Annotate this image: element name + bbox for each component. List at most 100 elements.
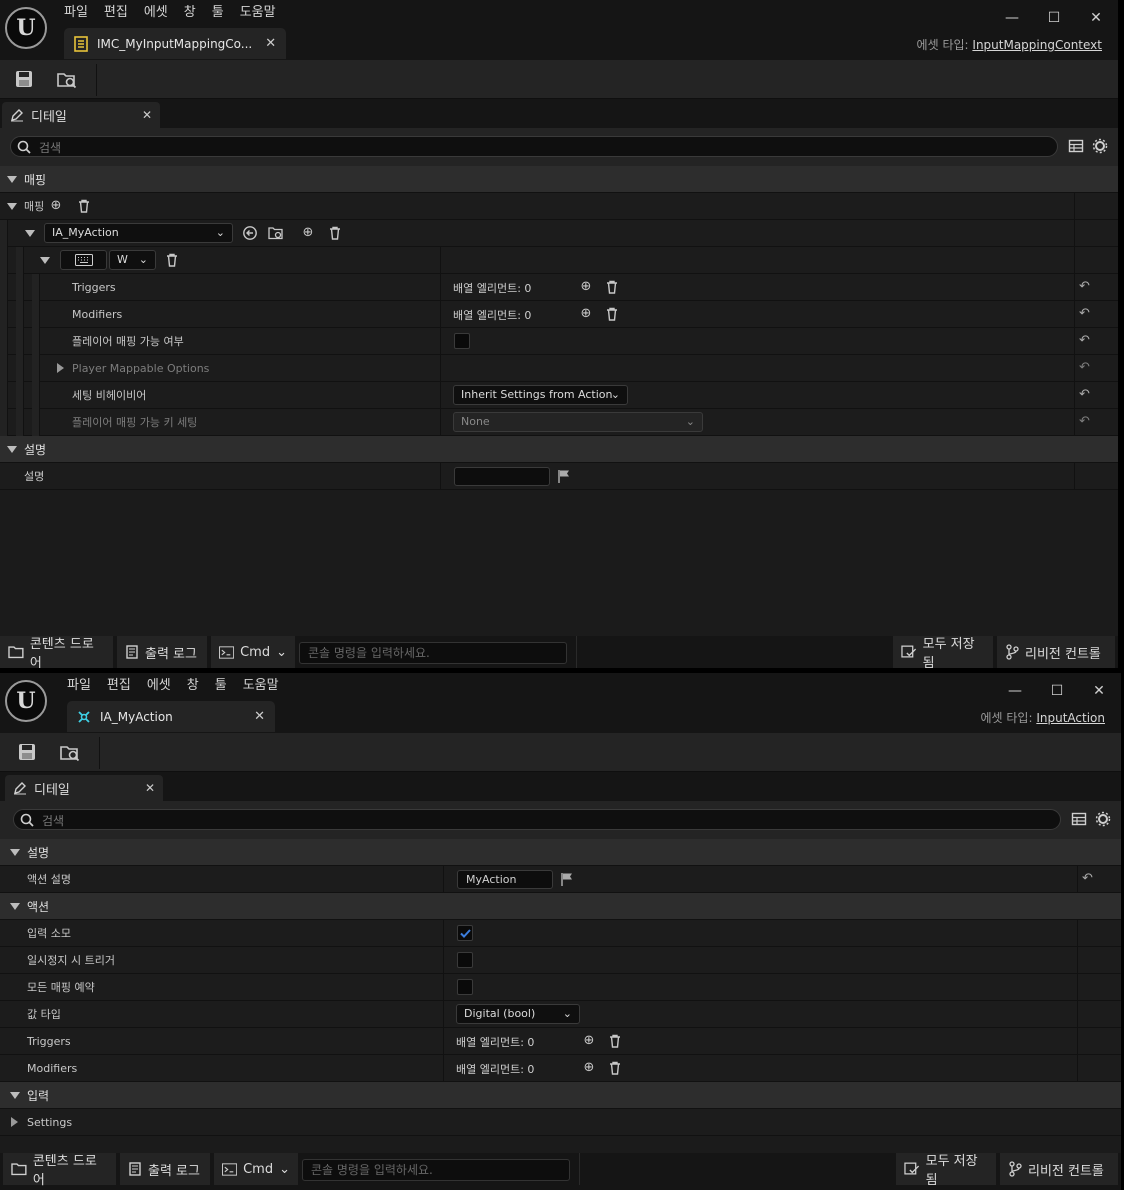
use-selected-asset-icon[interactable]	[242, 225, 258, 241]
details-search-input[interactable]: 검색	[13, 809, 1061, 830]
reserve-all-mappings-checkbox[interactable]	[457, 979, 473, 995]
close-icon[interactable]: ✕	[1086, 10, 1106, 26]
settings-gear-icon[interactable]	[1092, 138, 1108, 154]
reset-to-default-icon[interactable]: ↶	[1079, 306, 1090, 321]
save-icon[interactable]	[13, 69, 35, 89]
description-input[interactable]	[454, 467, 550, 486]
delete-all-icon[interactable]	[607, 1060, 623, 1076]
reset-to-default-icon[interactable]: ↶	[1082, 871, 1093, 886]
delete-all-icon[interactable]	[607, 1033, 623, 1049]
expand-arrow-icon[interactable]	[57, 363, 64, 373]
category-input[interactable]: 입력	[0, 1082, 1121, 1109]
details-search-input[interactable]: 검색	[10, 136, 1058, 157]
add-element-icon[interactable]: ⊕	[300, 225, 316, 241]
reset-to-default-icon[interactable]: ↶	[1079, 333, 1090, 348]
menu-help[interactable]: 도움말	[232, 4, 284, 22]
setting-behavior-dropdown[interactable]: Inherit Settings from Action ⌄	[453, 385, 628, 405]
delete-all-icon[interactable]	[604, 279, 620, 295]
property-matrix-icon[interactable]	[1071, 811, 1087, 827]
category-action[interactable]: 액션	[0, 893, 1121, 920]
minimize-icon[interactable]: —	[1002, 10, 1022, 26]
menu-file[interactable]: 파일	[59, 677, 99, 695]
revision-control-button[interactable]: 리비전 컨트롤	[997, 636, 1115, 668]
settings-gear-icon[interactable]	[1095, 811, 1111, 827]
delete-all-icon[interactable]	[76, 198, 92, 214]
output-log-button[interactable]: 출력 로그	[120, 1153, 210, 1185]
menu-edit[interactable]: 편집	[96, 4, 136, 22]
details-tab-close-icon[interactable]: ✕	[145, 781, 155, 795]
menu-window[interactable]: 창	[176, 4, 204, 22]
add-element-icon[interactable]: ⊕	[581, 1033, 597, 1049]
details-tab[interactable]: 디테일 ✕	[2, 102, 160, 128]
trigger-when-paused-checkbox[interactable]	[457, 952, 473, 968]
cmd-selector[interactable]: Cmd ⌄	[214, 1153, 298, 1185]
browse-asset-icon[interactable]	[56, 69, 78, 89]
close-icon[interactable]: ✕	[1089, 683, 1109, 699]
cmd-selector[interactable]: Cmd ⌄	[211, 636, 295, 668]
add-element-icon[interactable]: ⊕	[581, 1060, 597, 1076]
key-selector-button[interactable]	[60, 250, 107, 270]
unreal-logo-icon[interactable]: U	[5, 680, 47, 722]
browse-asset-icon[interactable]	[268, 225, 284, 241]
consume-input-checkbox[interactable]	[457, 925, 473, 941]
details-tab-close-icon[interactable]: ✕	[142, 108, 152, 122]
collapse-arrow-icon[interactable]	[25, 230, 35, 237]
action-description-input[interactable]: MyAction	[457, 870, 553, 889]
maximize-icon[interactable]: ☐	[1044, 10, 1064, 26]
menu-asset[interactable]: 에셋	[136, 4, 176, 22]
asset-type-link[interactable]: InputAction	[1036, 711, 1105, 725]
minimize-icon[interactable]: —	[1005, 683, 1025, 699]
category-description[interactable]: 설명	[0, 436, 1118, 463]
value-type-dropdown[interactable]: Digital (bool) ⌄	[456, 1004, 580, 1024]
collapse-arrow-icon[interactable]	[10, 849, 20, 856]
save-all-button[interactable]: 모두 저장됨	[896, 1153, 996, 1188]
unreal-logo-icon[interactable]: U	[5, 7, 47, 49]
asset-tab[interactable]: IMC_MyInputMappingCo... ✕	[64, 28, 287, 59]
collapse-arrow-icon[interactable]	[7, 176, 17, 183]
category-mapping[interactable]: 매핑	[0, 166, 1118, 193]
details-tab[interactable]: 디테일 ✕	[5, 775, 163, 801]
collapse-arrow-icon[interactable]	[10, 903, 20, 910]
delete-all-icon[interactable]	[604, 306, 620, 322]
menu-window[interactable]: 창	[179, 677, 207, 695]
localization-flag-icon[interactable]	[557, 469, 571, 483]
menu-help[interactable]: 도움말	[235, 677, 287, 695]
menu-tools[interactable]: 툴	[207, 677, 235, 695]
menu-edit[interactable]: 편집	[99, 677, 139, 695]
delete-icon[interactable]	[327, 225, 343, 241]
content-drawer-button[interactable]: 콘텐츠 드로어	[3, 1153, 116, 1188]
add-element-icon[interactable]: ⊕	[578, 306, 594, 322]
save-all-button[interactable]: 모두 저장됨	[893, 636, 993, 668]
menu-tools[interactable]: 툴	[204, 4, 232, 22]
browse-asset-icon[interactable]	[59, 742, 81, 762]
collapse-arrow-icon[interactable]	[7, 203, 17, 210]
collapse-arrow-icon[interactable]	[7, 446, 17, 453]
menu-file[interactable]: 파일	[56, 4, 96, 22]
expand-arrow-icon[interactable]	[11, 1117, 18, 1127]
save-icon[interactable]	[16, 742, 38, 762]
add-element-icon[interactable]: ⊕	[578, 279, 594, 295]
output-log-button[interactable]: 출력 로그	[117, 636, 207, 668]
maximize-icon[interactable]: ☐	[1047, 683, 1067, 699]
player-mappable-checkbox[interactable]	[454, 333, 470, 349]
category-description[interactable]: 설명	[0, 839, 1121, 866]
console-command-input[interactable]: 콘솔 명령을 입력하세요.	[299, 642, 567, 664]
action-asset-dropdown[interactable]: IA_MyAction ⌄	[44, 223, 233, 243]
property-matrix-icon[interactable]	[1068, 138, 1084, 154]
add-element-icon[interactable]: ⊕	[48, 198, 64, 214]
reset-to-default-icon[interactable]: ↶	[1079, 387, 1090, 402]
settings-row[interactable]: Settings	[0, 1109, 1121, 1136]
revision-control-button[interactable]: 리비전 컨트롤	[1000, 1153, 1118, 1185]
tab-close-icon[interactable]: ✕	[254, 709, 265, 724]
asset-tab[interactable]: IA_MyAction ✕	[67, 701, 275, 732]
key-dropdown[interactable]: W ⌄	[109, 250, 156, 270]
console-command-input[interactable]: 콘솔 명령을 입력하세요.	[302, 1159, 570, 1181]
tab-close-icon[interactable]: ✕	[265, 36, 276, 51]
content-drawer-button[interactable]: 콘텐츠 드로어	[0, 636, 113, 668]
delete-icon[interactable]	[164, 252, 180, 268]
asset-type-link[interactable]: InputMappingContext	[972, 38, 1102, 52]
collapse-arrow-icon[interactable]	[40, 257, 50, 264]
reset-to-default-icon[interactable]: ↶	[1079, 279, 1090, 294]
localization-flag-icon[interactable]	[560, 872, 574, 886]
menu-asset[interactable]: 에셋	[139, 677, 179, 695]
